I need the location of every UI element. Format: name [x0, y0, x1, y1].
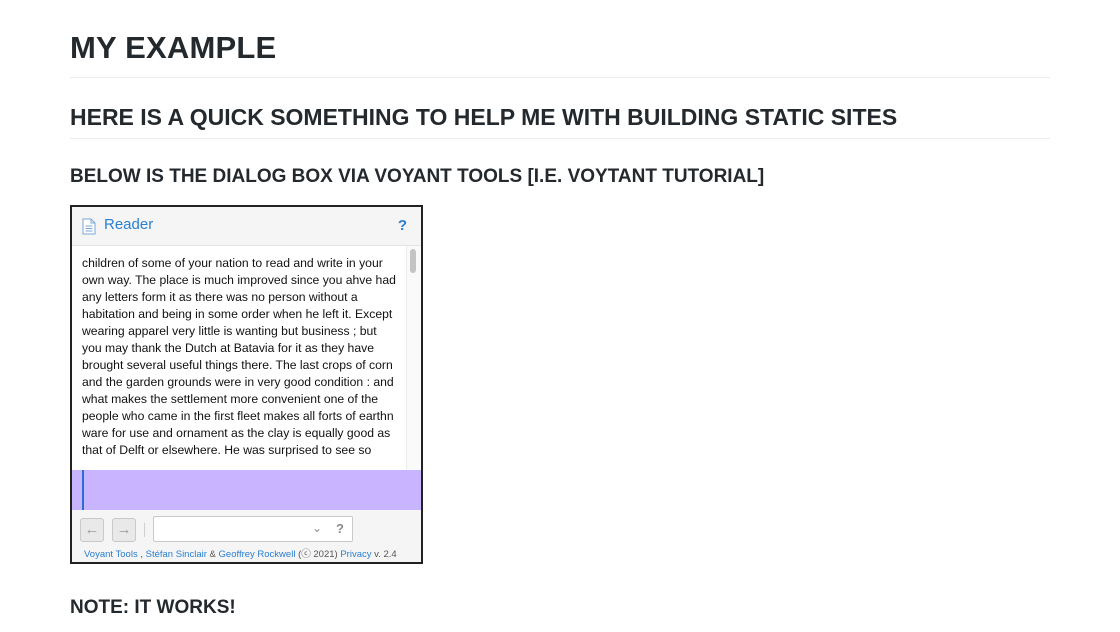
privacy-link[interactable]: Privacy: [340, 549, 371, 560]
chevron-down-icon[interactable]: ⌄: [312, 521, 322, 535]
widget-toolbar: ← → ⌄ ?: [72, 510, 421, 547]
position-cursor[interactable]: [82, 470, 84, 510]
widget-footer: Voyant Tools , Stéfan Sinclair & Geoffre…: [72, 547, 421, 562]
document-icon: [82, 218, 96, 235]
forward-arrow-icon[interactable]: →: [112, 518, 136, 542]
reader-text: children of some of your nation to read …: [82, 256, 396, 457]
reader-text-area[interactable]: children of some of your nation to read …: [72, 246, 407, 470]
page-title: MY EXAMPLE: [70, 30, 1050, 78]
document-position-bar[interactable]: [72, 470, 421, 510]
reader-scrollbar[interactable]: [406, 246, 421, 470]
voyant-tools-link[interactable]: Voyant Tools: [84, 549, 138, 560]
version-text: v. 2.4: [371, 549, 397, 560]
document-select[interactable]: ⌄ ?: [153, 516, 353, 542]
back-arrow-icon[interactable]: ←: [80, 518, 104, 542]
page-subtitle: HERE IS A QUICK SOMETHING TO HELP ME WIT…: [70, 103, 1050, 139]
author-rockwell-link[interactable]: Geoffrey Rockwell: [219, 549, 296, 560]
copyright-text: ⓒ 2021: [301, 549, 335, 560]
voyant-reader-widget: Reader ? children of some of your nation…: [70, 205, 423, 564]
select-help-icon[interactable]: ?: [336, 521, 344, 536]
widget-title: Reader: [104, 216, 154, 233]
toolbar-divider: [144, 523, 145, 537]
scrollbar-thumb[interactable]: [410, 249, 416, 273]
help-icon[interactable]: ?: [398, 217, 407, 234]
section-heading: BELOW IS THE DIALOG BOX VIA VOYANT TOOLS…: [70, 166, 765, 187]
footer-comma: ,: [137, 549, 146, 560]
widget-header: Reader ?: [72, 207, 421, 246]
note-text: NOTE: IT WORKS!: [70, 597, 236, 618]
footer-and: &: [206, 549, 219, 560]
author-sinclair-link[interactable]: Stéfan Sinclair: [146, 549, 207, 560]
